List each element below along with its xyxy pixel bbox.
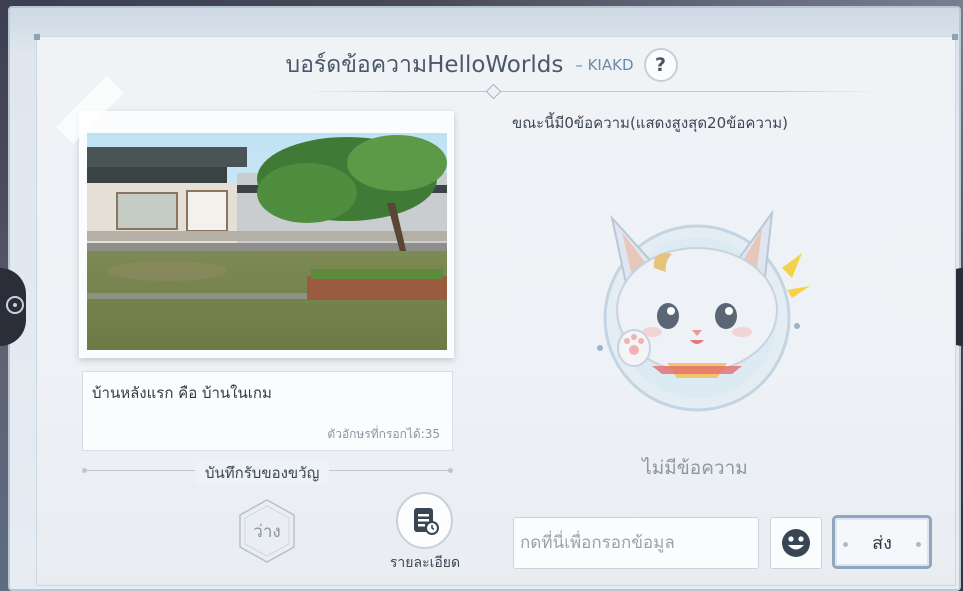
house-scene-image <box>87 133 447 350</box>
message-count: ขณะนี้มี0ข้อความ(แสดงสูงสุด20ข้อความ) <box>512 114 789 132</box>
empty-message-text: ไม่มีข้อความ <box>642 457 748 479</box>
emoji-button[interactable] <box>770 517 822 569</box>
cat-mascot-illustration <box>582 198 812 418</box>
send-deco-dot <box>916 542 921 547</box>
board-author: – KIAKD <box>575 56 634 74</box>
photo-card[interactable] <box>79 111 454 358</box>
smiley-icon <box>782 529 810 557</box>
corner-ornament <box>34 34 40 40</box>
title-row: บอร์ดข้อความHelloWorlds – KIAKD ? <box>0 42 963 88</box>
detail-label: รายละเอียด <box>389 555 461 571</box>
caption-field[interactable]: บ้านหลังแรก คือ บ้านในเกม ตัวอักษรที่กรอ… <box>82 371 453 451</box>
house-photo <box>87 133 447 350</box>
empty-slot-label: ว่าง <box>253 522 281 542</box>
char-count: ตัวอักษรที่กรอกได้:35 <box>327 427 440 441</box>
help-button[interactable]: ? <box>643 48 678 82</box>
document-clock-icon <box>413 507 439 535</box>
caption-text: บ้านหลังแรก คือ บ้านในเกม <box>92 384 272 402</box>
gift-record-label: บันทึกรับของขวัญ <box>195 461 330 485</box>
send-button[interactable]: ส่ง <box>832 515 932 569</box>
send-deco-dot <box>843 542 848 547</box>
nav-ring-icon <box>6 296 24 314</box>
send-label: ส่ง <box>872 532 892 554</box>
board-title: บอร์ดข้อความHelloWorlds <box>285 52 564 78</box>
detail-button[interactable] <box>396 492 453 549</box>
message-input[interactable] <box>513 517 759 569</box>
corner-ornament <box>952 34 958 40</box>
title-divider <box>300 91 880 92</box>
question-icon: ? <box>654 54 667 76</box>
gift-slot-empty[interactable]: ว่าง <box>237 498 297 564</box>
